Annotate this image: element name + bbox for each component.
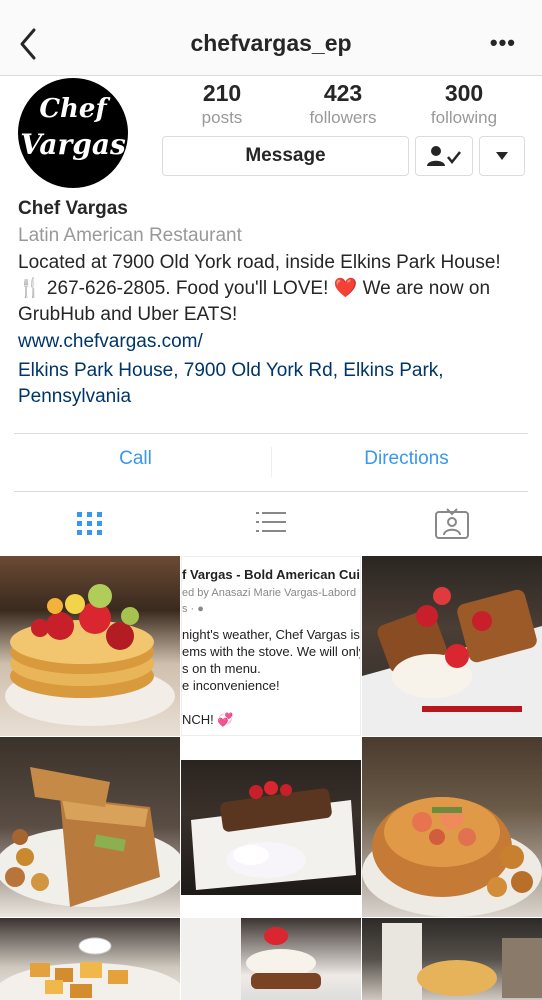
post-byline-time: s · — [182, 603, 198, 615]
divider — [14, 433, 528, 434]
photo-tile-fries[interactable] — [0, 918, 180, 1000]
directions-button[interactable]: Directions — [285, 448, 528, 470]
photo-tile-pancakes[interactable] — [0, 556, 180, 736]
tab-grid[interactable] — [70, 506, 110, 542]
divider — [14, 491, 528, 492]
post-byline-meta: s · ● — [182, 603, 204, 615]
page-title: chefvargas_ep — [190, 30, 352, 56]
user-check-icon — [427, 146, 461, 166]
following-button[interactable] — [415, 136, 473, 176]
bread-bowl-photo — [362, 797, 542, 917]
profile-category: Latin American Restaurant — [18, 225, 242, 246]
post-line: ems with the stove. We will only — [182, 644, 361, 659]
french-toast-photo — [362, 587, 542, 736]
avatar-logo-line2: Vargas — [20, 128, 126, 161]
post-line: e inconvenience! — [182, 678, 280, 693]
tab-list[interactable] — [251, 506, 291, 542]
avatar[interactable]: Chef Vargas — [18, 78, 128, 188]
globe-icon: ● — [197, 603, 204, 615]
website-link[interactable]: www.chefvargas.com/ — [18, 331, 528, 353]
stat-followers[interactable]: 423 followers — [283, 80, 403, 128]
post-line: s on th menu. — [182, 661, 261, 676]
kitchen-photo — [382, 923, 542, 1000]
top-bar: chefvargas_ep ••• — [0, 0, 542, 76]
grid-icon — [77, 512, 102, 535]
post-line: NCH! 💞 — [182, 712, 234, 727]
caret-down-icon — [496, 152, 508, 160]
address-link[interactable]: Elkins Park House, 7900 Old York Rd, Elk… — [18, 358, 528, 410]
list-icon — [256, 512, 286, 532]
post-title: f Vargas - Bold American Cuis — [182, 567, 361, 582]
stat-posts[interactable]: 210 posts — [162, 80, 282, 128]
post-line: night's weather, Chef Vargas is — [182, 627, 360, 642]
more-horizontal-icon: ••• — [489, 30, 516, 55]
photo-tile-dessert[interactable] — [181, 760, 361, 895]
photo-tile-text-post[interactable]: f Vargas - Bold American Cuis ed by Anas… — [181, 556, 361, 736]
bio-description: Located at 7900 Old York road, inside El… — [18, 252, 501, 325]
more-options-button[interactable]: ••• — [490, 30, 516, 56]
followers-count: 423 — [323, 80, 363, 106]
sandwich-photo — [0, 767, 180, 907]
message-button[interactable]: Message — [162, 136, 409, 176]
fries-photo — [0, 937, 180, 1000]
tagged-icon — [435, 508, 469, 539]
posts-count: 210 — [202, 80, 242, 106]
following-count: 300 — [444, 80, 484, 106]
divider — [271, 447, 272, 477]
profile-bio: Chef Vargas Latin American Restaurant Lo… — [18, 198, 528, 410]
pancake-photo — [5, 584, 175, 726]
suggestions-dropdown-button[interactable] — [479, 136, 525, 176]
photo-tile-bread-bowl[interactable] — [362, 737, 542, 917]
post-byline: ed by Anasazi Marie Vargas-Labord — [182, 587, 357, 599]
call-button[interactable]: Call — [14, 448, 257, 470]
photo-tile-chef-plating[interactable] — [181, 918, 361, 1000]
dessert-photo — [191, 781, 356, 890]
avatar-logo-line1: Chef — [39, 94, 107, 124]
tab-tagged[interactable] — [432, 506, 472, 542]
stat-following[interactable]: 300 following — [404, 80, 524, 128]
photo-tile-french-toast[interactable] — [362, 556, 542, 736]
following-label: following — [430, 108, 498, 127]
profile-name: Chef Vargas — [18, 198, 128, 219]
followers-label: followers — [309, 108, 377, 127]
posts-label: posts — [201, 108, 243, 127]
photo-tile-sandwich[interactable] — [0, 737, 180, 917]
photo-tile-kitchen[interactable] — [362, 918, 542, 1000]
chef-plating-photo — [181, 918, 321, 1000]
